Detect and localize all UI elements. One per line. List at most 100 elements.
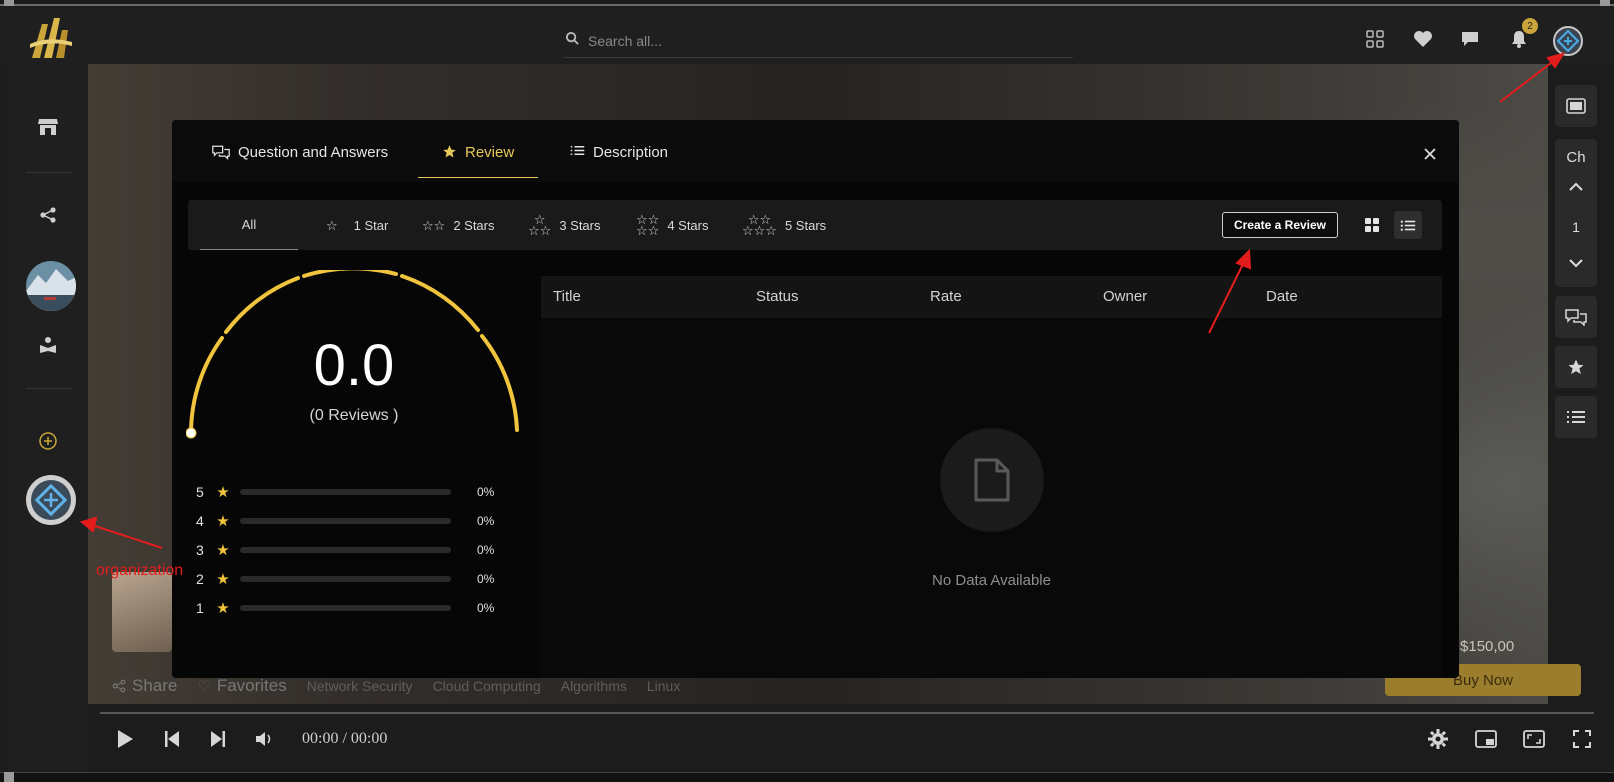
apps-grid-icon[interactable] <box>1362 26 1388 52</box>
column-header-owner[interactable]: Owner <box>1103 288 1147 305</box>
tag-link[interactable]: Network Security <box>307 678 413 694</box>
star-icon: ★ <box>216 542 230 559</box>
list-icon <box>570 146 585 155</box>
star-icon: ★ <box>216 600 230 617</box>
share-action[interactable]: Share <box>112 676 177 696</box>
rating-row: 1 ★ 0% <box>196 598 494 618</box>
star-outline-icon: ☆☆ ☆☆ <box>636 212 660 238</box>
rating-percent: 0% <box>477 601 495 615</box>
search-bar[interactable] <box>563 24 1073 58</box>
rail-list-icon[interactable] <box>1555 396 1597 438</box>
rating-percent: 0% <box>477 572 495 586</box>
rating-row: 3 ★ 0% <box>196 540 494 560</box>
filter-5-stars[interactable]: ☆☆ ☆☆☆ 5 Stars <box>742 200 826 250</box>
top-header: 2 <box>0 6 1614 64</box>
channel-avatar[interactable] <box>26 261 76 311</box>
chapter-label: Ch <box>1566 149 1586 166</box>
app-root: { "header": { "search_placeholder": "Sea… <box>0 0 1614 782</box>
column-header-date[interactable]: Date <box>1266 288 1298 305</box>
filter-all[interactable]: All <box>200 200 298 250</box>
column-header-rate[interactable]: Rate <box>930 288 962 305</box>
heart-icon[interactable] <box>1410 26 1436 52</box>
course-thumbnail <box>112 572 172 652</box>
filter-4-stars[interactable]: ☆☆ ☆☆ 4 Stars <box>636 200 709 250</box>
playback-time: 00:00 / 00:00 <box>302 730 388 747</box>
previous-icon[interactable] <box>159 726 185 752</box>
tab-description[interactable]: Description <box>570 138 668 178</box>
bell-icon[interactable]: 2 <box>1506 18 1538 52</box>
column-header-status[interactable]: Status <box>756 288 799 305</box>
filter-2-stars[interactable]: ☆☆ 2 Stars <box>422 200 495 250</box>
filter-label: 5 Stars <box>784 217 827 233</box>
favorites-icon: ♡ <box>197 678 211 695</box>
share-icon <box>112 679 126 693</box>
document-icon <box>974 458 1010 502</box>
share-icon[interactable] <box>8 200 88 230</box>
organization-avatar[interactable] <box>26 475 76 525</box>
rating-row: 4 ★ 0% <box>196 511 494 531</box>
picture-in-picture-icon[interactable] <box>1473 726 1499 752</box>
search-input[interactable] <box>588 32 1028 49</box>
settings-gear-icon[interactable] <box>1425 726 1451 752</box>
tab-review[interactable]: Review <box>418 138 538 178</box>
average-score: 0.0 <box>313 333 395 398</box>
rating-percent: 0% <box>477 514 495 528</box>
star-icon: ★ <box>216 513 230 530</box>
rail-video-icon[interactable] <box>1555 85 1597 127</box>
rail-qa-icon[interactable] <box>1555 296 1597 338</box>
chat-icon[interactable] <box>1457 26 1483 52</box>
star-icon <box>443 145 456 158</box>
star-outline-icon: ☆☆ <box>422 217 446 233</box>
star-icon: ★ <box>216 484 230 501</box>
filter-label: All <box>241 217 257 232</box>
volume-icon[interactable] <box>252 726 278 752</box>
star-outline-icon: ☆ ☆☆ <box>528 212 552 238</box>
search-icon <box>565 31 580 51</box>
chapter-navigator: Ch 1 <box>1555 139 1597 287</box>
reviews-count: (0 Reviews ) <box>309 407 399 424</box>
favorites-action[interactable]: ♡ Favorites <box>197 676 286 696</box>
learning-icon[interactable] <box>8 330 88 360</box>
store-icon[interactable] <box>8 112 88 142</box>
rating-progress-bar <box>240 518 451 524</box>
next-icon[interactable] <box>205 726 231 752</box>
filter-label: 2 Stars <box>453 217 495 233</box>
share-label: Share <box>132 676 178 695</box>
add-circle-icon[interactable] <box>8 426 88 456</box>
rating-row: 5 ★ 0% <box>196 482 494 502</box>
star-icon: ★ <box>216 571 230 588</box>
chevron-up-icon[interactable] <box>1568 179 1584 197</box>
rail-star-icon[interactable] <box>1555 346 1597 388</box>
tag-link[interactable]: Algorithms <box>561 678 627 694</box>
rating-percent: 0% <box>477 543 495 557</box>
grid-view-icon[interactable] <box>1358 211 1386 239</box>
chevron-down-icon[interactable] <box>1568 255 1584 273</box>
chat-bubbles-icon <box>212 145 230 160</box>
app-logo[interactable] <box>28 14 74 62</box>
star-outline-icon: ☆☆ ☆☆☆ <box>742 212 777 238</box>
filter-3-stars[interactable]: ☆ ☆☆ 3 Stars <box>528 200 601 250</box>
star-outline-icon: ☆ <box>326 217 338 233</box>
sidebar-divider <box>26 172 72 173</box>
rating-row: 2 ★ 0% <box>196 569 494 589</box>
fullscreen-icon[interactable] <box>1569 726 1595 752</box>
empty-state-text: No Data Available <box>932 572 1051 589</box>
modal-tab-bar: Question and Answers Review Description <box>172 120 1459 182</box>
filter-label: 1 Star <box>353 217 389 233</box>
play-icon[interactable] <box>112 726 138 752</box>
create-review-button[interactable]: Create a Review <box>1222 212 1338 238</box>
tab-question-and-answers[interactable]: Question and Answers <box>212 138 388 178</box>
rating-star-number: 4 <box>196 513 204 529</box>
filter-1-star[interactable]: ☆ 1 Star <box>326 200 388 250</box>
window-bottom-border <box>0 772 1614 782</box>
column-header-title[interactable]: Title <box>553 288 581 305</box>
close-icon[interactable] <box>1418 142 1442 166</box>
list-view-icon[interactable] <box>1394 211 1422 239</box>
window-corner <box>4 772 14 782</box>
tag-link[interactable]: Linux <box>647 678 680 694</box>
tab-label: Description <box>593 144 669 161</box>
theater-mode-icon[interactable] <box>1521 726 1547 752</box>
user-avatar[interactable] <box>1553 26 1583 56</box>
tag-link[interactable]: Cloud Computing <box>433 678 541 694</box>
sidebar-divider <box>26 388 72 389</box>
